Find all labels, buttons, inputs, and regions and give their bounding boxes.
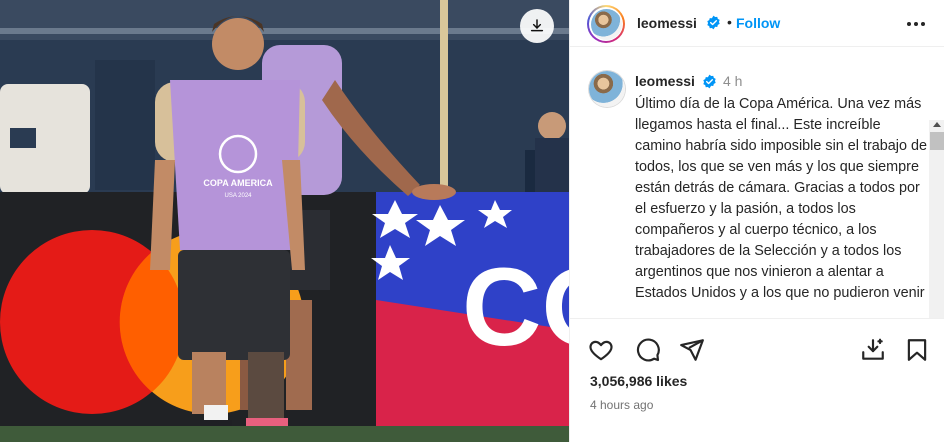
caption-avatar[interactable] — [588, 70, 626, 108]
verified-badge-icon — [703, 74, 716, 89]
post-actions — [570, 318, 944, 380]
caption-username[interactable]: leomessi — [635, 73, 695, 89]
board-text: CO — [462, 246, 569, 369]
post-details-panel: leomessi • Follow leomessi 4 h Último dí… — [569, 0, 944, 442]
download-icon — [530, 19, 544, 32]
likes-count[interactable]: 3,056,986 likes — [590, 373, 687, 389]
scroll-up-arrow-icon[interactable] — [933, 122, 941, 127]
download-button[interactable] — [520, 9, 554, 43]
post-header: leomessi • Follow — [570, 0, 944, 47]
verified-badge-icon — [707, 15, 720, 30]
caption-timestamp[interactable]: 4 h — [723, 73, 742, 89]
header-avatar[interactable] — [587, 5, 625, 43]
caption-scrollbar[interactable] — [929, 120, 944, 318]
separator-dot: • — [727, 14, 732, 30]
bib-text-line1: COPA AMERICA — [203, 178, 273, 188]
scroll-thumb[interactable] — [930, 132, 944, 150]
post-photo[interactable]: CO COPA AMERICA USA 2024 — [0, 0, 569, 442]
follow-button[interactable]: Follow — [736, 15, 780, 31]
header-username[interactable]: leomessi — [637, 15, 697, 31]
save-to-collection-icon[interactable] — [860, 337, 886, 363]
caption-text: Último día de la Copa América. Una vez m… — [635, 96, 927, 301]
bib-text-line2: USA 2024 — [224, 193, 252, 199]
post-time-ago[interactable]: 4 hours ago — [590, 398, 653, 412]
caption-area[interactable]: leomessi 4 h Último día de la Copa Améri… — [570, 48, 944, 318]
bookmark-icon[interactable] — [904, 337, 930, 363]
avatar-image — [589, 71, 625, 107]
heart-icon[interactable] — [588, 337, 614, 363]
training-photo-scene: CO COPA AMERICA USA 2024 — [0, 0, 569, 442]
more-options-icon[interactable] — [905, 14, 927, 34]
share-icon[interactable] — [679, 337, 705, 363]
avatar-image — [590, 8, 622, 40]
comment-icon[interactable] — [635, 337, 661, 363]
